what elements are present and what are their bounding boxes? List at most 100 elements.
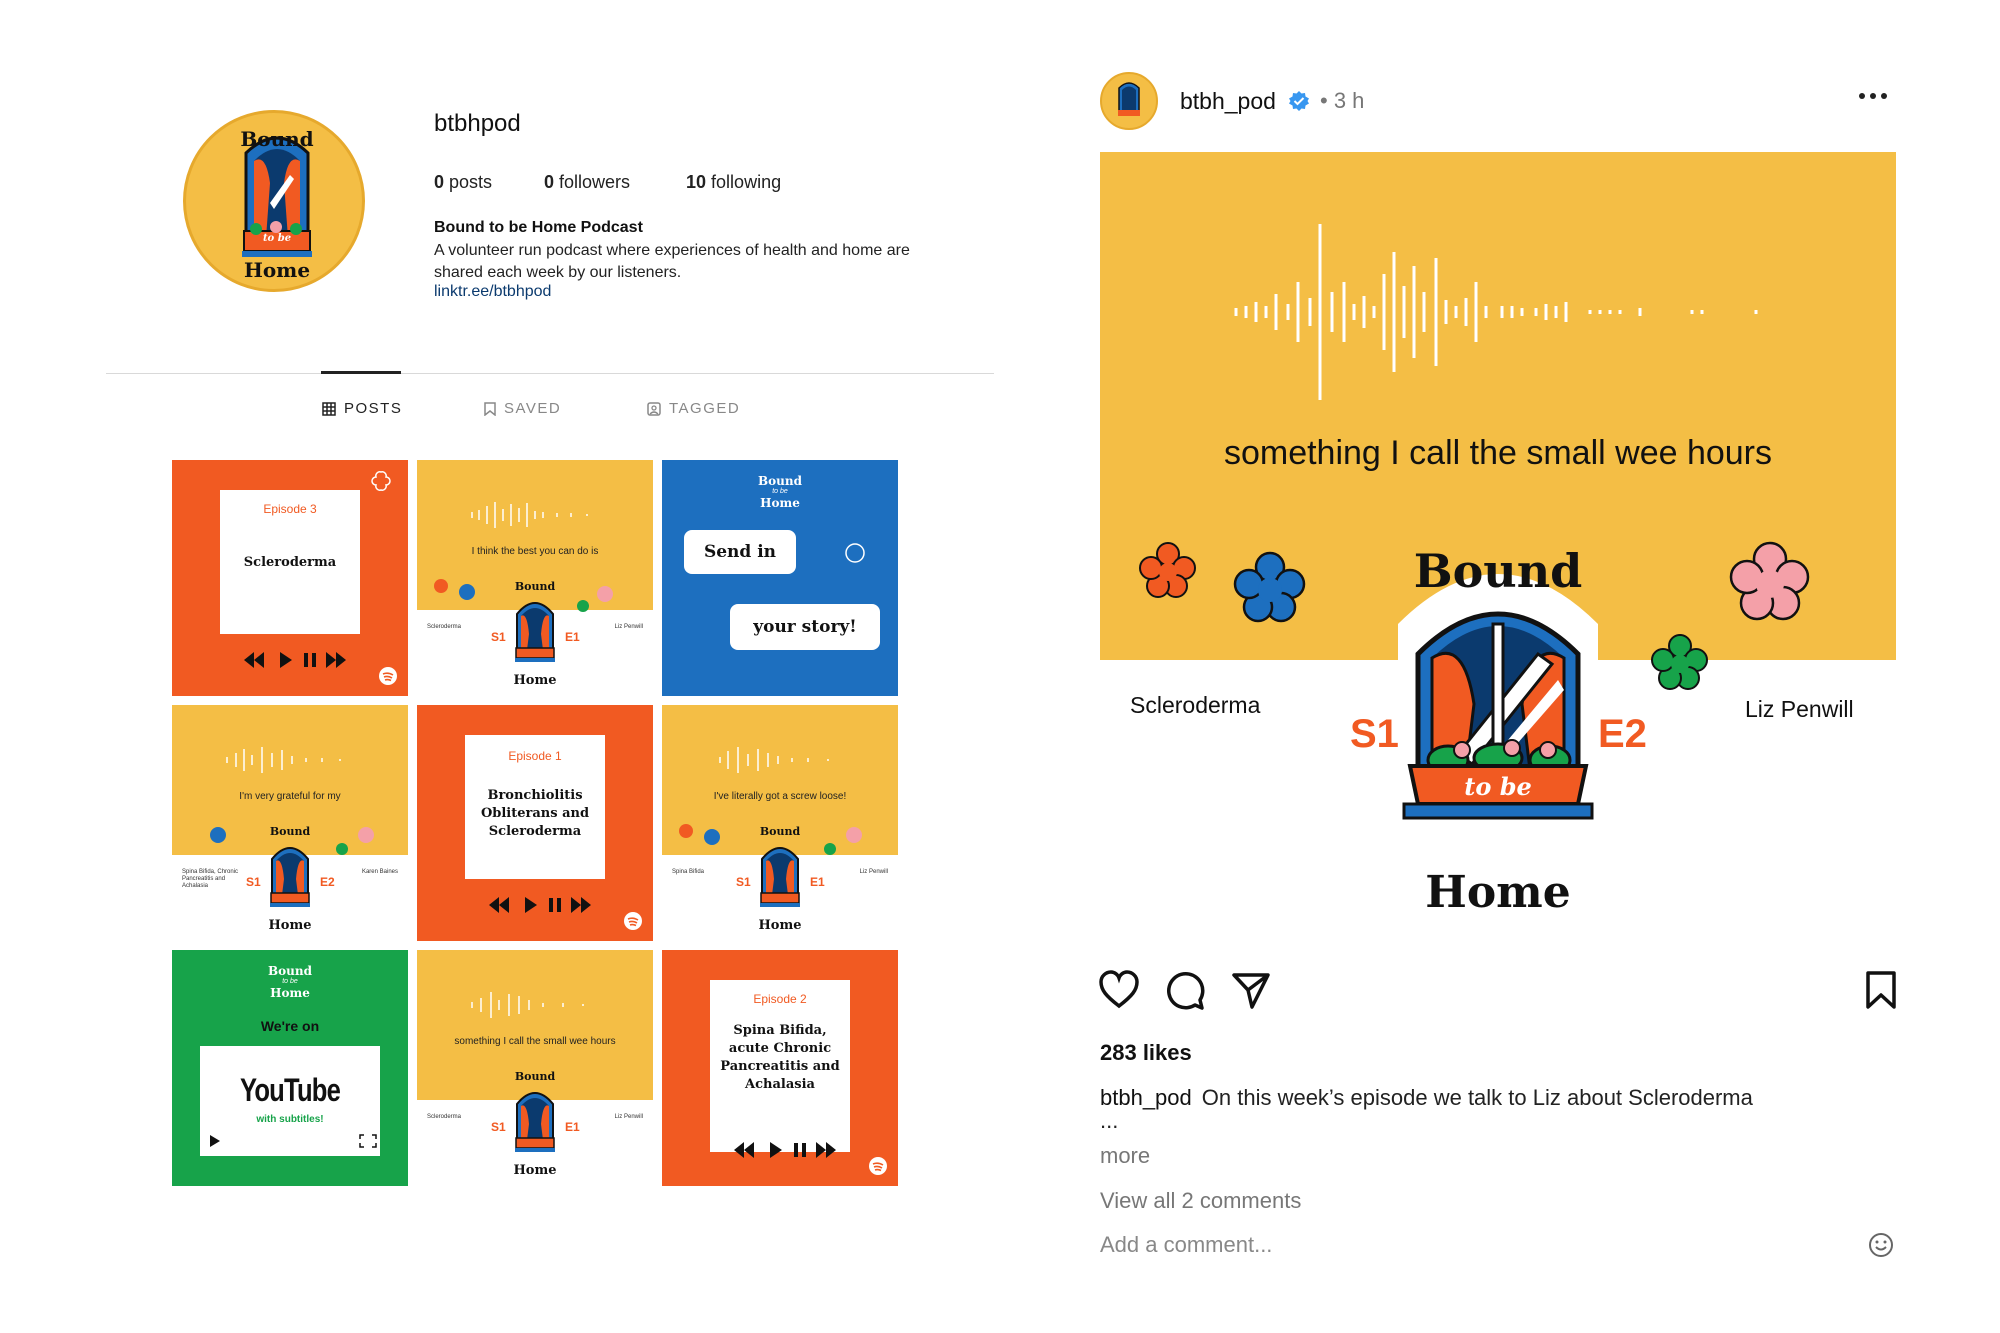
profile-divider bbox=[106, 373, 994, 374]
video-controls-icon bbox=[210, 1134, 377, 1148]
episode-title: Bronchiolitis Obliterans and Scleroderma bbox=[480, 788, 590, 839]
quote-text: something I call the small wee hours bbox=[454, 1036, 616, 1047]
speech-bubble-send-in: Send in bbox=[684, 530, 796, 574]
post-author-avatar[interactable] bbox=[1100, 72, 1158, 130]
speech-bubble-your-story: your story! bbox=[730, 604, 880, 650]
tobe-text: to be bbox=[772, 488, 788, 495]
post-tile-episode-3[interactable]: Episode 3 Scleroderma bbox=[172, 460, 408, 696]
tag-icon bbox=[647, 401, 661, 416]
posts-count[interactable]: 0 posts bbox=[434, 172, 492, 193]
post-timestamp: • 3 h bbox=[1320, 88, 1365, 113]
post-quote-text: something I call the small wee hours bbox=[1223, 434, 1773, 472]
quote-text: I've literally got a screw loose! bbox=[713, 791, 847, 802]
waveform-icon bbox=[226, 747, 341, 773]
guest-label: Liz Penwill bbox=[614, 624, 643, 630]
view-comments-link[interactable]: View all 2 comments bbox=[1100, 1188, 1301, 1214]
waveform-icon bbox=[471, 502, 588, 528]
save-bookmark-icon[interactable] bbox=[1864, 970, 1898, 1010]
player-controls-icon bbox=[244, 652, 346, 668]
quote-text: I'm very grateful for my bbox=[239, 791, 341, 802]
home-text: Home bbox=[758, 918, 802, 933]
following-number: 10 bbox=[686, 172, 707, 192]
spotify-icon bbox=[624, 912, 642, 930]
tab-saved-label: SAVED bbox=[504, 400, 562, 417]
post-episode-label: E2 bbox=[1598, 712, 1647, 756]
following-count[interactable]: 10 following bbox=[686, 172, 781, 193]
post-tile-quote-4[interactable]: something I call the small wee hours Scl… bbox=[417, 950, 653, 1186]
were-on-text: We're on bbox=[260, 1018, 320, 1034]
flowers-icon bbox=[210, 827, 374, 855]
post-caption: btbh_pod On this week’s episode we talk t… bbox=[1100, 1085, 1753, 1111]
caption-username[interactable]: btbh_pod bbox=[1100, 1085, 1192, 1110]
avatar-bound-text: Bound bbox=[240, 127, 314, 151]
player-controls-icon bbox=[734, 1142, 836, 1158]
quote-text: I think the best you can do is bbox=[471, 546, 599, 557]
post-tile-quote-3[interactable]: I've literally got a screw loose! Spina … bbox=[662, 705, 898, 941]
youtube-wordmark: YouTube bbox=[239, 1072, 341, 1108]
active-tab-indicator bbox=[321, 371, 401, 374]
waveform-icon bbox=[719, 747, 829, 773]
comment-icon[interactable] bbox=[1164, 970, 1206, 1010]
episode-number-label: E1 bbox=[565, 630, 580, 644]
bookmark-icon bbox=[484, 401, 496, 416]
guest-label: Liz Penwill bbox=[859, 869, 888, 875]
emoji-icon[interactable] bbox=[1868, 1232, 1894, 1258]
grid-icon bbox=[322, 401, 336, 416]
post-tile-episode-1[interactable]: Episode 1 Bronchiolitis Obliterans and S… bbox=[417, 705, 653, 941]
tab-tagged[interactable]: TAGGED bbox=[647, 400, 740, 417]
profile-avatar[interactable]: Bound to be Home bbox=[183, 110, 365, 292]
flower-outline-icon bbox=[845, 543, 865, 563]
post-tile-episode-2[interactable]: Episode 2 Spina Bifida, acute Chronic Pa… bbox=[662, 950, 898, 1186]
post-guest-label: Liz Penwill bbox=[1745, 696, 1854, 722]
bound-text: Bound bbox=[268, 964, 312, 978]
verified-badge-icon bbox=[1289, 91, 1309, 111]
episode-title: Spina Bifida, acute Chronic Pancreatitis… bbox=[720, 1023, 840, 1092]
likes-count[interactable]: 283 likes bbox=[1100, 1040, 1192, 1066]
post-tile-quote-2[interactable]: I'm very grateful for my Spina Bifida, C… bbox=[172, 705, 408, 941]
post-tile-youtube[interactable]: Bound to be Home We're on YouTube with s… bbox=[172, 950, 408, 1186]
bio-text: A volunteer run podcast where experience… bbox=[434, 242, 910, 281]
post-tile-send-story[interactable]: Bound to be Home Send in your story! bbox=[662, 460, 898, 696]
bound-text: Bound bbox=[514, 1070, 556, 1083]
tab-posts[interactable]: POSTS bbox=[322, 400, 402, 417]
like-heart-icon[interactable] bbox=[1098, 970, 1140, 1010]
episode-label: Episode 3 bbox=[263, 502, 317, 516]
episode-number-label: E1 bbox=[565, 1120, 580, 1134]
caption-text: On this week’s episode we talk to Liz ab… bbox=[1201, 1085, 1753, 1110]
bound-to-be-home-logo bbox=[1118, 82, 1140, 116]
bio-link[interactable]: linktr.ee/btbhpod bbox=[434, 283, 551, 301]
flower-outline-icon bbox=[371, 471, 391, 491]
season-label: S1 bbox=[736, 875, 751, 889]
share-send-icon[interactable] bbox=[1230, 970, 1272, 1010]
episode-label: Episode 2 bbox=[753, 992, 807, 1006]
flowers-icon bbox=[679, 824, 862, 855]
green-flower-icon bbox=[1651, 634, 1708, 690]
add-comment-input[interactable]: Add a comment... bbox=[1100, 1232, 1272, 1258]
episode-label: Episode 1 bbox=[508, 749, 562, 763]
caption-more-link[interactable]: more bbox=[1100, 1143, 1150, 1169]
home-text: Home bbox=[513, 673, 557, 688]
followers-count[interactable]: 0 followers bbox=[544, 172, 630, 193]
home-text: Home bbox=[513, 1163, 557, 1178]
bound-text: Bound bbox=[758, 474, 802, 488]
player-controls-icon bbox=[489, 897, 591, 913]
home-text: Home bbox=[760, 496, 800, 510]
logo-bound-text: Bound bbox=[1413, 544, 1583, 598]
more-options-icon[interactable] bbox=[1858, 92, 1888, 100]
post-author-username[interactable]: btbh_pod bbox=[1180, 88, 1276, 115]
followers-label: followers bbox=[559, 172, 631, 192]
post-season-label: S1 bbox=[1350, 712, 1399, 756]
tab-saved[interactable]: SAVED bbox=[484, 400, 561, 417]
bio-name: Bound to be Home Podcast bbox=[434, 219, 643, 236]
condition-label: Scleroderma bbox=[427, 1114, 462, 1120]
guest-label: Liz Penwill bbox=[614, 1114, 643, 1120]
post-tile-quote-1[interactable]: I think the best you can do is Scleroder… bbox=[417, 460, 653, 696]
post-image[interactable]: something I call the small wee hours Bou… bbox=[1100, 152, 1896, 918]
season-label: S1 bbox=[491, 1120, 506, 1134]
season-label: S1 bbox=[246, 875, 261, 889]
episode-number-label: E2 bbox=[320, 875, 335, 889]
posts-label: posts bbox=[449, 172, 493, 192]
flowers-icon bbox=[434, 579, 613, 612]
condition-label: Spina Bifida bbox=[672, 869, 705, 875]
avatar-home-text: Home bbox=[243, 258, 311, 282]
